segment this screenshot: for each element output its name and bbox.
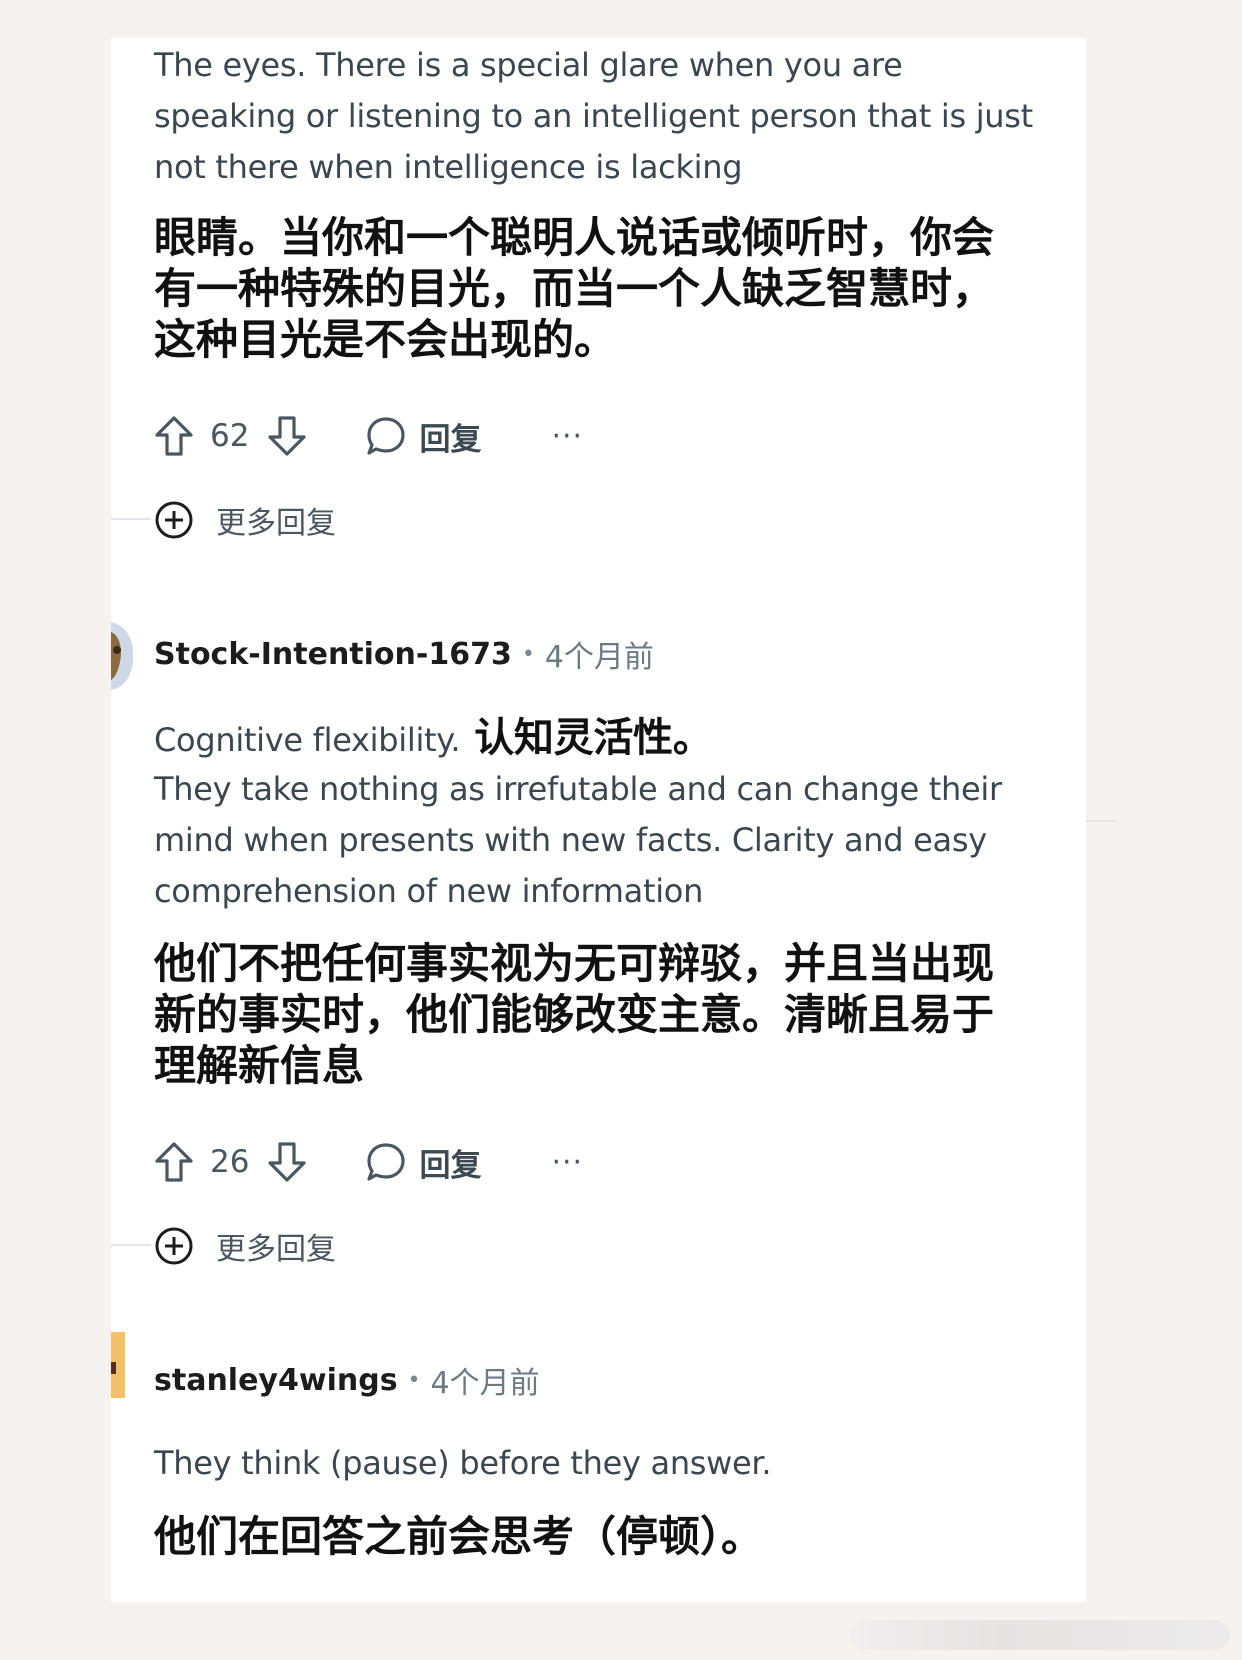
reply-label: 回复	[419, 421, 482, 458]
timestamp: 4个月前	[544, 640, 654, 675]
meta-separator: •	[521, 641, 535, 667]
comment-body-en: The eyes. There is a special glare when …	[154, 46, 1033, 186]
avatar[interactable]	[111, 622, 133, 690]
avatar-image	[111, 622, 133, 690]
speech-bubble-icon	[367, 417, 406, 455]
comment-lead-zh: 认知灵活性。	[474, 714, 713, 761]
vote-count: 26	[210, 1144, 250, 1180]
horizontal-scrollbar[interactable]	[850, 1620, 1230, 1650]
plus-circle-icon	[155, 1227, 193, 1265]
comment-lead: Cognitive flexibility. 认知灵活性。	[154, 712, 1054, 766]
thread-line	[111, 518, 151, 520]
thread-line	[111, 1244, 151, 1246]
speech-bubble-icon	[367, 1143, 406, 1181]
more-options-button[interactable]: ···	[551, 1145, 583, 1180]
downvote-button[interactable]	[267, 1141, 307, 1183]
comment-actions: 62 回复 ···	[154, 414, 583, 458]
divider	[1086, 820, 1116, 822]
username[interactable]: Stock-Intention-1673	[154, 637, 512, 672]
comment-body-zh: 他们在回答之前会思考（停顿）。	[154, 1512, 764, 1561]
more-replies-button[interactable]: 更多回复	[154, 498, 336, 542]
avatar[interactable]	[111, 1332, 125, 1398]
comment-body-zh: 他们不把任何事实视为无可辩驳，并且当出现新的事实时，他们能够改变主意。清晰且易于…	[154, 939, 995, 1090]
arrow-down-icon	[268, 1142, 307, 1182]
more-replies-button[interactable]: 更多回复	[154, 1224, 336, 1268]
more-options-button[interactable]: ···	[551, 419, 583, 454]
more-replies-label: 更多回复	[216, 506, 336, 541]
arrow-up-icon	[155, 416, 193, 456]
upvote-button[interactable]	[154, 415, 194, 457]
vote-count: 62	[210, 418, 250, 454]
avatar-image	[111, 1332, 125, 1398]
arrow-down-icon	[268, 416, 307, 456]
comment-body-en: They think (pause) before they answer.	[154, 1444, 772, 1482]
arrow-up-icon	[155, 1142, 193, 1182]
meta-separator: •	[407, 1367, 421, 1393]
comment-body-zh: 眼睛。当你和一个聪明人说话或倾听时，你会有一种特殊的目光，而当一个人缺乏智慧时，…	[154, 213, 995, 364]
comment-actions: 26 回复 ···	[154, 1140, 583, 1184]
downvote-button[interactable]	[267, 415, 307, 457]
timestamp: 4个月前	[430, 1366, 540, 1401]
comment-body-en: They take nothing as irrefutable and can…	[154, 770, 1002, 910]
comment-lead-en: Cognitive flexibility.	[154, 721, 461, 759]
reply-button[interactable]: 回复	[365, 414, 481, 459]
reply-label: 回复	[419, 1147, 482, 1184]
plus-circle-icon	[155, 501, 193, 539]
upvote-button[interactable]	[154, 1141, 194, 1183]
reply-button[interactable]: 回复	[365, 1140, 481, 1185]
more-replies-label: 更多回复	[216, 1232, 336, 1267]
comment-meta: stanley4wings • 4个月前	[154, 1358, 540, 1402]
username[interactable]: stanley4wings	[154, 1363, 398, 1398]
comment-meta: Stock-Intention-1673 • 4个月前	[154, 632, 654, 676]
